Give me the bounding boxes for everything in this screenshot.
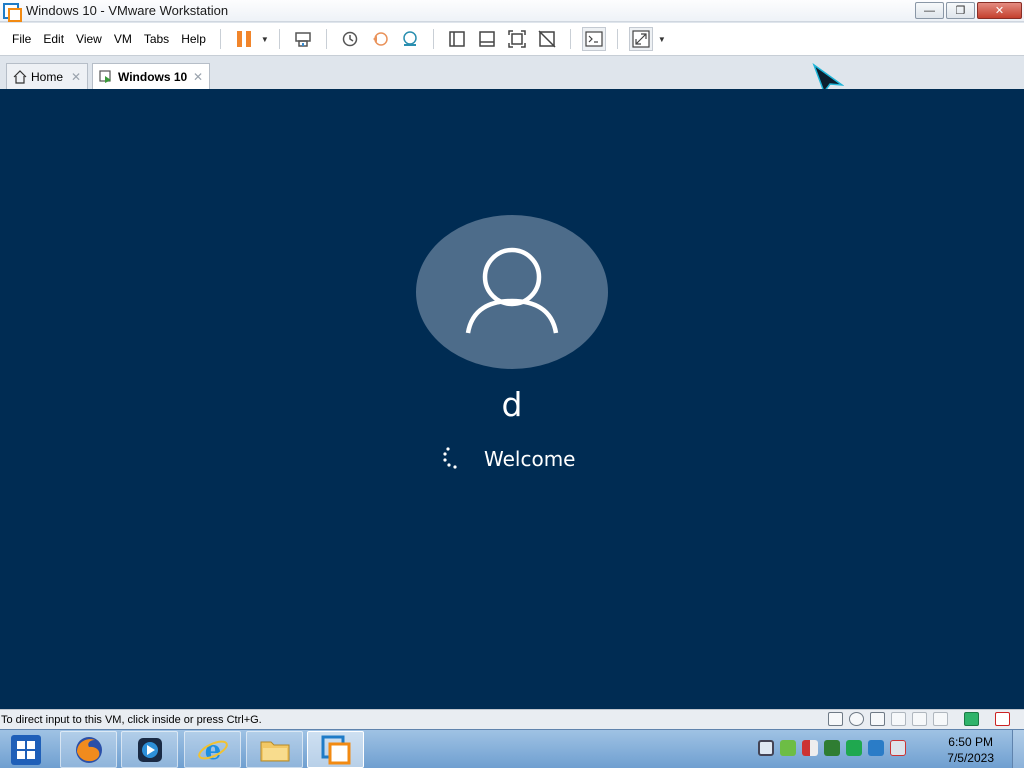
console-view-button[interactable]: [581, 27, 606, 51]
svg-text:e: e: [204, 736, 221, 766]
full-screen-button[interactable]: [505, 27, 529, 51]
user-name: d: [501, 385, 523, 424]
windows-logo-icon: [11, 735, 41, 765]
close-button[interactable]: ✕: [977, 2, 1022, 19]
clock-time: 6:50 PM: [948, 735, 993, 749]
taskbar-internet-explorer[interactable]: e: [184, 731, 241, 768]
window-title: Windows 10 - VMware Workstation: [26, 3, 229, 18]
tab-home-label: Home: [31, 69, 64, 84]
chevron-down-icon: ▼: [260, 34, 269, 44]
tray-utorrent-icon[interactable]: [780, 740, 796, 756]
chevron-down-icon: ▼: [657, 34, 666, 44]
sound-card-icon[interactable]: [912, 712, 927, 726]
unity-icon: [538, 30, 556, 48]
cd-dvd-icon[interactable]: [849, 712, 864, 726]
vmware-workstation-icon: [321, 735, 350, 764]
start-button[interactable]: [8, 734, 44, 766]
toolbar-separator: [325, 29, 327, 49]
send-ctrl-alt-del-icon: [295, 32, 311, 47]
status-bar: To direct input to this VM, click inside…: [0, 709, 1024, 729]
toolbar-separator: [278, 29, 280, 49]
toolbar-separator: [616, 29, 618, 49]
revert-snapshot-button[interactable]: [368, 27, 392, 51]
toolbar-separator: [432, 29, 434, 49]
vmware-app-icon: [3, 2, 22, 22]
unity-button[interactable]: [535, 27, 559, 51]
revert-snapshot-icon: [372, 32, 388, 46]
stretch-guest-button[interactable]: [628, 27, 653, 51]
tray-security-shield-icon[interactable]: [802, 740, 818, 756]
thumbnail-bar-button[interactable]: [475, 27, 499, 51]
tray-flag-icon[interactable]: [846, 740, 862, 756]
tab-home[interactable]: Home ✕: [6, 63, 88, 89]
hard-disk-icon[interactable]: [828, 712, 843, 726]
show-library-button[interactable]: [445, 27, 469, 51]
snapshot-icon: [342, 31, 358, 47]
loading-spinner-icon: [443, 447, 457, 469]
pause-button[interactable]: [232, 27, 256, 51]
show-desktop-button[interactable]: [1012, 730, 1024, 768]
pause-icon: [236, 31, 251, 47]
tab-home-close-icon[interactable]: ✕: [71, 70, 81, 84]
host-taskbar: e 6:50 PM 7/5/2023: [0, 729, 1024, 768]
taskbar-vmware-workstation[interactable]: [307, 731, 364, 768]
home-icon: [13, 69, 27, 84]
usb-disconnected-icon[interactable]: [995, 712, 1010, 726]
snapshot-manager-button[interactable]: [398, 27, 422, 51]
minimize-button[interactable]: —: [915, 2, 944, 19]
tray-network-icon[interactable]: [868, 740, 884, 756]
file-explorer-icon: [260, 741, 289, 761]
tray-vmware-icon[interactable]: [758, 740, 774, 756]
thumbnail-icon: [479, 31, 495, 47]
toolbar-separator: [569, 29, 571, 49]
taskbar-clock[interactable]: 6:50 PM 7/5/2023: [947, 734, 994, 766]
display-icon[interactable]: [933, 712, 948, 726]
clock-date: 7/5/2023: [947, 751, 994, 765]
firefox-icon: [75, 736, 102, 763]
welcome-text: Welcome: [484, 447, 576, 471]
system-tray: [758, 740, 906, 756]
restore-button[interactable]: ❐: [946, 2, 975, 19]
user-avatar: [416, 215, 608, 369]
menu-file[interactable]: File: [6, 32, 37, 46]
tray-volume-muted-icon[interactable]: [890, 740, 906, 756]
stretch-dropdown-button[interactable]: ▼: [656, 27, 668, 51]
show-library-icon: [449, 31, 465, 47]
toolbar-separator: [219, 29, 221, 49]
user-icon: [465, 247, 559, 334]
menu-vm[interactable]: VM: [108, 32, 138, 46]
send-ctrl-alt-del-button[interactable]: [291, 27, 315, 51]
tab-strip: Home ✕ Windows 10 ✕: [0, 57, 1024, 93]
menu-toolbar: File Edit View VM Tabs Help ▼ ▼: [0, 23, 1024, 56]
welcome-status: Welcome: [440, 445, 575, 473]
menu-tabs[interactable]: Tabs: [138, 32, 175, 46]
internet-explorer-icon: e: [197, 736, 228, 766]
vm-icon: [99, 70, 111, 83]
tray-sync-icon[interactable]: [824, 740, 840, 756]
printer-icon[interactable]: [891, 712, 906, 726]
device-status-icons: [828, 712, 1010, 726]
taskbar-media-player[interactable]: [121, 731, 178, 768]
window-controls: — ❐ ✕: [915, 2, 1022, 19]
snapshot-manager-icon: [403, 31, 417, 46]
menu-edit[interactable]: Edit: [37, 32, 70, 46]
menu-help[interactable]: Help: [175, 32, 212, 46]
message-log-icon[interactable]: [964, 712, 979, 726]
status-message: To direct input to this VM, click inside…: [1, 713, 262, 726]
title-bar: Windows 10 - VMware Workstation — ❐ ✕: [0, 0, 1024, 22]
network-adapter-icon[interactable]: [870, 712, 885, 726]
vm-display[interactable]: d Welcome: [0, 89, 1024, 709]
console-view-icon: [585, 31, 603, 47]
stretch-guest-icon: [632, 30, 650, 48]
take-snapshot-button[interactable]: [338, 27, 362, 51]
power-dropdown-button[interactable]: ▼: [259, 27, 271, 51]
taskbar-file-explorer[interactable]: [246, 731, 303, 768]
full-screen-icon: [508, 30, 526, 48]
menu-view[interactable]: View: [70, 32, 108, 46]
tab-windows-10-label: Windows 10: [118, 70, 188, 84]
media-player-icon: [137, 737, 162, 762]
taskbar-firefox[interactable]: [60, 731, 117, 768]
tab-windows-10-close-icon[interactable]: ✕: [193, 70, 203, 84]
tab-windows-10[interactable]: Windows 10 ✕: [92, 63, 210, 90]
